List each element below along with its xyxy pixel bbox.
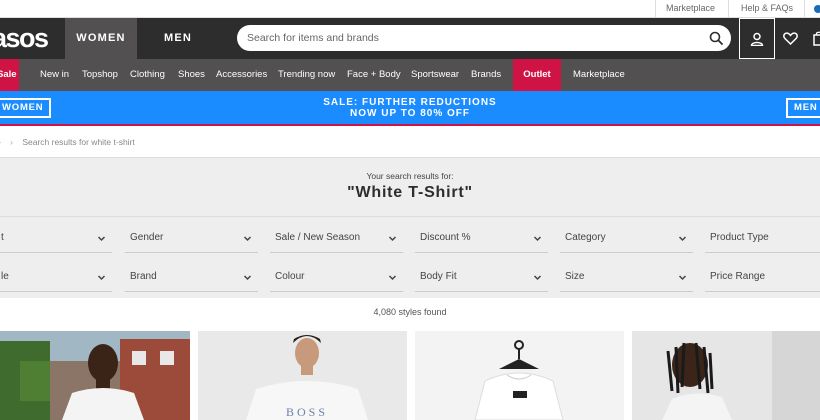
divider bbox=[728, 0, 729, 18]
filter-body-fit[interactable]: Body Fit bbox=[415, 262, 548, 292]
filter-label: Size bbox=[565, 271, 585, 282]
marketplace-link[interactable]: Marketplace bbox=[666, 0, 715, 18]
divider bbox=[804, 0, 805, 18]
product-card[interactable] bbox=[415, 331, 624, 420]
nav-item-brands[interactable]: Brands bbox=[471, 59, 501, 91]
chevron-down-icon bbox=[243, 275, 252, 281]
shop-men-button[interactable]: MEN bbox=[786, 98, 820, 118]
results-label: Your search results for: bbox=[366, 171, 454, 181]
breadcrumb-current: Search results for white t-shirt bbox=[22, 137, 135, 147]
chevron-down-icon bbox=[97, 236, 106, 242]
filter-label: Product Type bbox=[710, 232, 769, 243]
filter-label: Price Range bbox=[710, 271, 766, 282]
help-faqs-link[interactable]: Help & FAQs bbox=[741, 0, 793, 18]
nav-item-clothing[interactable]: Clothing bbox=[130, 59, 165, 91]
tab-men[interactable]: MEN bbox=[137, 18, 219, 59]
chevron-down-icon bbox=[533, 275, 542, 281]
filter-brand[interactable]: Brand bbox=[125, 262, 258, 292]
product-image bbox=[632, 331, 820, 420]
filter-sale-new-season[interactable]: Sale / New Season bbox=[270, 223, 403, 253]
divider bbox=[655, 0, 656, 18]
promo-subline: NOW UP TO 80% OFF bbox=[350, 108, 470, 119]
product-image bbox=[415, 331, 624, 420]
filter-category[interactable]: Category bbox=[560, 223, 693, 253]
filter-label: Sale / New Season bbox=[275, 232, 361, 243]
filter-price-range[interactable]: Price Range bbox=[705, 262, 820, 292]
saved-items-button[interactable] bbox=[780, 18, 802, 59]
chevron-down-icon bbox=[243, 236, 252, 242]
chevron-down-icon bbox=[388, 275, 397, 281]
results-count: 4,080 styles found bbox=[373, 307, 447, 317]
promo-banner[interactable]: WOMEN SALE: FURTHER REDUCTIONS NOW UP TO… bbox=[0, 91, 820, 126]
svg-text:BOSS: BOSS bbox=[286, 405, 328, 419]
nav-item-marketplace[interactable]: Marketplace bbox=[573, 59, 625, 91]
filter-product-type[interactable]: Product Type bbox=[705, 223, 820, 253]
nav-item-new-in[interactable]: New in bbox=[40, 59, 69, 91]
utility-bar: Marketplace Help & FAQs bbox=[0, 0, 820, 18]
filter-label: Colour bbox=[275, 271, 305, 282]
filter-label: Category bbox=[565, 232, 606, 243]
asos-logo[interactable]: asos bbox=[0, 22, 49, 54]
nav-item-shoes[interactable]: Shoes bbox=[178, 59, 205, 91]
tab-women[interactable]: WOMEN bbox=[65, 18, 137, 59]
search-icon[interactable] bbox=[709, 31, 723, 45]
bag-button[interactable] bbox=[810, 18, 820, 59]
chevron-down-icon bbox=[533, 236, 542, 242]
nav-item-trending-now[interactable]: Trending now bbox=[278, 59, 335, 91]
product-image: BOSS bbox=[198, 331, 407, 420]
filter-label: Discount % bbox=[420, 232, 471, 243]
nav-item-accessories[interactable]: Accessories bbox=[216, 59, 267, 91]
filter-label: Brand bbox=[130, 271, 157, 282]
filter-size[interactable]: Size bbox=[560, 262, 693, 292]
chevron-down-icon bbox=[678, 236, 687, 242]
page-title: "White T-Shirt" bbox=[347, 184, 473, 201]
breadcrumb-home[interactable]: e bbox=[0, 137, 1, 147]
filter-label: Gender bbox=[130, 232, 164, 243]
search-input[interactable] bbox=[247, 25, 697, 51]
filter-sort[interactable]: t bbox=[0, 223, 112, 253]
nav-item-face-body[interactable]: Face + Body bbox=[347, 59, 401, 91]
product-card[interactable] bbox=[0, 331, 190, 420]
breadcrumb: e › Search results for white t-shirt bbox=[0, 137, 135, 147]
search-bar bbox=[237, 25, 731, 51]
product-card[interactable] bbox=[632, 331, 820, 420]
nav-item-sale[interactable]: Sale bbox=[0, 59, 19, 91]
product-card[interactable]: BOSS bbox=[198, 331, 407, 420]
heart-icon bbox=[783, 32, 798, 45]
chevron-right-icon: › bbox=[10, 137, 13, 147]
chevron-down-icon bbox=[388, 236, 397, 242]
filter-style[interactable]: le bbox=[0, 262, 112, 292]
filter-discount[interactable]: Discount % bbox=[415, 223, 548, 253]
filter-label: t bbox=[1, 232, 4, 243]
user-icon bbox=[750, 32, 764, 46]
product-image bbox=[0, 331, 190, 420]
category-nav: Sale New in Topshop Clothing Shoes Acces… bbox=[0, 59, 820, 91]
nav-item-topshop[interactable]: Topshop bbox=[82, 59, 118, 91]
filter-gender[interactable]: Gender bbox=[125, 223, 258, 253]
account-button[interactable] bbox=[739, 18, 775, 59]
site-header: asos WOMEN MEN bbox=[0, 18, 820, 59]
divider bbox=[0, 216, 820, 217]
filter-label: Body Fit bbox=[420, 271, 457, 282]
country-flag-icon[interactable] bbox=[812, 0, 820, 18]
nav-item-sportswear[interactable]: Sportswear bbox=[411, 59, 459, 91]
chevron-down-icon bbox=[678, 275, 687, 281]
chevron-down-icon bbox=[97, 275, 106, 281]
bag-icon bbox=[813, 31, 820, 46]
promo-headline: SALE: FURTHER REDUCTIONS bbox=[323, 97, 497, 108]
filter-label: le bbox=[1, 271, 9, 282]
nav-item-outlet[interactable]: Outlet bbox=[513, 59, 561, 91]
filter-colour[interactable]: Colour bbox=[270, 262, 403, 292]
